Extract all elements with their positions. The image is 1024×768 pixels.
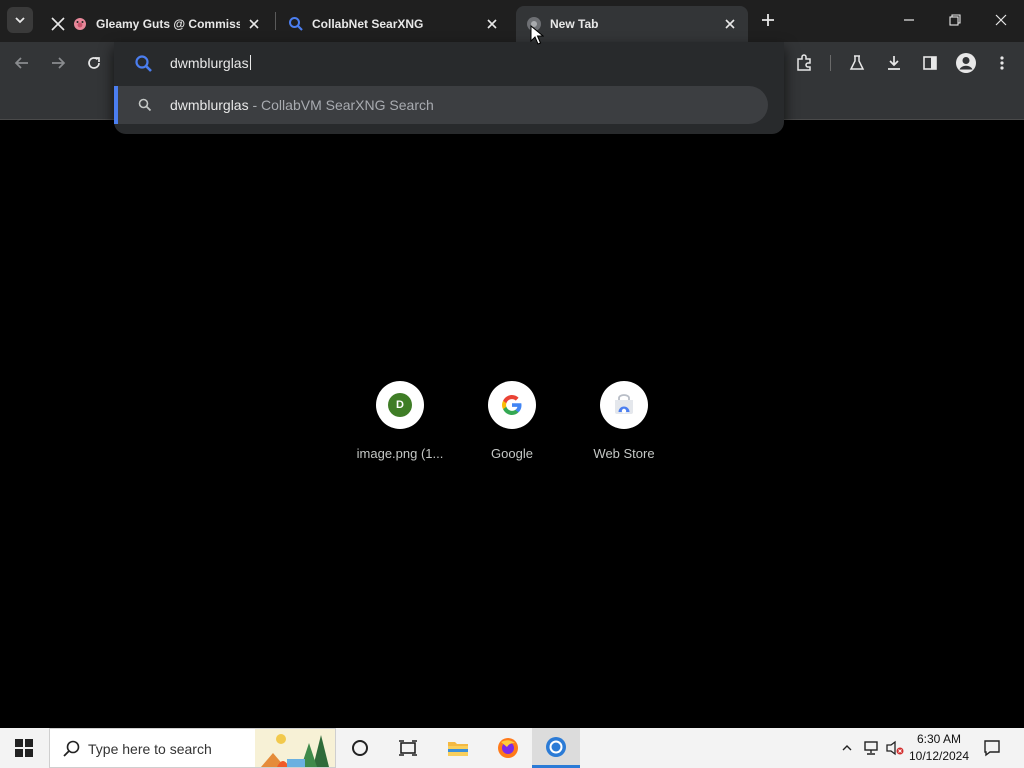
start-button[interactable]	[0, 728, 48, 768]
chevron-down-icon	[15, 17, 25, 24]
suggestion-text: dwmblurglas - CollabVM SearXNG Search	[170, 97, 434, 113]
folder-icon	[448, 742, 468, 756]
omnibox-popup: dwmblurglas dwmblurglas - CollabVM SearX…	[114, 42, 784, 134]
arrow-right-icon	[52, 57, 66, 69]
tab-new-tab[interactable]: New Tab	[516, 6, 748, 42]
shortcut-label: image.png (1...	[356, 446, 444, 461]
search-icon	[138, 98, 152, 112]
cortana-button[interactable]	[336, 728, 384, 768]
search-icon	[63, 740, 80, 757]
search-icon	[135, 55, 152, 72]
shortcut-label: Google	[491, 446, 533, 461]
chevron-up-icon	[842, 745, 852, 751]
suggestion-query: dwmblurglas	[170, 97, 249, 113]
arrow-left-icon	[14, 57, 28, 69]
reload-icon	[88, 57, 100, 69]
plus-icon	[762, 14, 774, 26]
web-store-icon	[615, 394, 633, 414]
shortcut-icon-circle	[488, 381, 536, 429]
profile-button[interactable]	[954, 51, 978, 75]
close-icon[interactable]	[722, 16, 738, 32]
avatar-icon	[956, 53, 976, 73]
tab-title: CollabNet SearXNG	[312, 17, 424, 31]
shortcut-icon-circle	[600, 381, 648, 429]
tab-collabnet-searxng[interactable]: CollabNet SearXNG	[278, 6, 510, 42]
extensions-button[interactable]	[792, 51, 816, 75]
mouse-cursor-icon	[530, 25, 544, 45]
show-hidden-icons-button[interactable]	[836, 728, 858, 768]
close-icon	[995, 14, 1007, 26]
back-button[interactable]	[10, 51, 34, 75]
clock-date: 10/12/2024	[908, 749, 970, 763]
shortcut-tile-google[interactable]: Google	[456, 380, 568, 466]
minimize-button[interactable]	[886, 0, 932, 40]
omnibox-suggestion[interactable]: dwmblurglas - CollabVM SearXNG Search	[114, 86, 768, 124]
close-icon[interactable]	[484, 16, 500, 32]
network-icon	[864, 741, 878, 755]
file-explorer-button[interactable]	[434, 728, 482, 768]
reload-button[interactable]	[82, 51, 106, 75]
x-logo-icon	[50, 16, 66, 32]
more-vert-icon	[1000, 56, 1004, 70]
windows-logo-icon	[15, 739, 33, 757]
notification-icon	[984, 740, 1000, 757]
network-button[interactable]	[860, 728, 882, 768]
restore-icon	[949, 14, 961, 26]
tab-divider	[275, 12, 276, 30]
tab-strip: Gleamy Guts @ Commissio CollabNet SearXN…	[0, 0, 1024, 42]
task-view-button[interactable]	[384, 728, 432, 768]
d-letter-icon: D	[388, 393, 412, 417]
tab-title: Gleamy Guts @ Commissio	[96, 17, 240, 31]
cortana-circle-icon	[352, 740, 368, 756]
address-input-text: dwmblurglas	[170, 55, 249, 71]
firefox-icon	[498, 738, 518, 758]
downloads-button[interactable]	[882, 51, 906, 75]
tab-search-button[interactable]	[7, 7, 33, 33]
shortcut-label: Web Store	[593, 446, 655, 461]
taskbar-search-placeholder: Type here to search	[88, 741, 212, 757]
minimize-icon	[904, 19, 914, 21]
search-icon	[288, 16, 304, 32]
flask-icon	[849, 55, 865, 70]
volume-button[interactable]	[884, 728, 906, 768]
tab-gleamy-guts[interactable]: Gleamy Guts @ Commissio	[40, 6, 272, 42]
download-icon	[888, 56, 900, 70]
clock-time: 6:30 AM	[916, 732, 962, 746]
side-panel-icon	[923, 56, 937, 70]
chrome-icon	[546, 736, 566, 757]
firefox-button[interactable]	[484, 728, 532, 768]
menu-button[interactable]	[990, 51, 1014, 75]
notifications-button[interactable]	[980, 728, 1004, 768]
google-g-icon	[502, 395, 522, 415]
address-input[interactable]: dwmblurglas	[170, 55, 251, 71]
taskbar: Type here to search 6:30 AM 10/12/2024	[0, 728, 1024, 768]
task-view-icon	[399, 740, 417, 756]
chrome-taskbar-button[interactable]	[532, 728, 580, 768]
forward-button[interactable]	[46, 51, 70, 75]
tab-title: New Tab	[550, 17, 599, 31]
shortcut-icon-circle: D	[376, 381, 424, 429]
toolbar-divider	[830, 55, 831, 71]
shortcut-tile-web-store[interactable]: Web Store	[568, 380, 680, 466]
new-tab-button[interactable]	[758, 10, 778, 30]
shortcut-tile-image-png[interactable]: D image.png (1...	[344, 380, 456, 466]
side-panel-button[interactable]	[918, 51, 942, 75]
taskbar-clock[interactable]: 6:30 AM 10/12/2024	[904, 731, 974, 765]
labs-button[interactable]	[845, 51, 869, 75]
close-icon[interactable]	[246, 16, 262, 32]
suggestion-description: - CollabVM SearXNG Search	[248, 97, 434, 113]
text-caret	[249, 55, 251, 70]
puzzle-icon	[797, 54, 811, 71]
campfire-illustration-icon	[255, 729, 335, 767]
address-bar[interactable]: dwmblurglas	[114, 42, 784, 84]
taskbar-search-box[interactable]: Type here to search	[49, 728, 336, 768]
close-window-button[interactable]	[978, 0, 1024, 40]
pig-emoji-icon	[72, 16, 88, 32]
volume-muted-icon	[886, 740, 904, 756]
restore-button[interactable]	[932, 0, 978, 40]
